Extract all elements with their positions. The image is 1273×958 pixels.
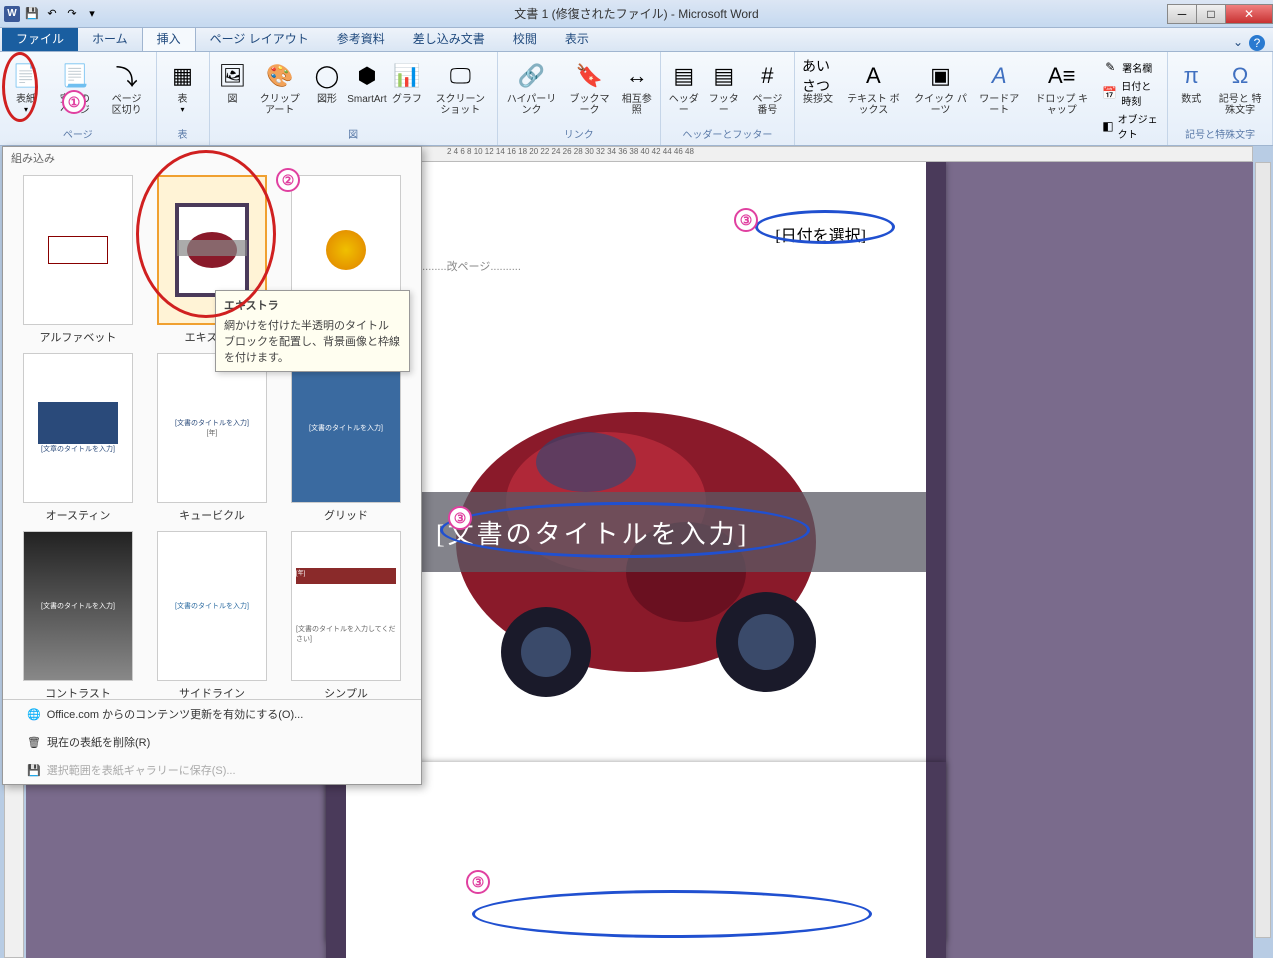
datetime-button[interactable]: 📅日付と時刻 [1098, 77, 1163, 109]
annotation-number-1: ① [62, 90, 86, 114]
equation-button[interactable]: π数式 [1172, 58, 1210, 107]
group-text: あいさつ挨拶文 Aテキスト ボックス ▣クイック パーツ Aワードアート A≡ド… [795, 52, 1168, 145]
footer-button[interactable]: ▤フッター [705, 58, 743, 118]
gallery-cmd-office-update[interactable]: 🌐Office.com からのコンテンツ更新を有効にする(O)... [3, 700, 421, 728]
help-icon[interactable]: ? [1249, 35, 1265, 51]
shapes-button[interactable]: ◯図形 [308, 58, 346, 107]
symbol-button[interactable]: Ω記号と 特殊文字 [1212, 58, 1268, 118]
minimize-button[interactable]: ─ [1167, 4, 1197, 24]
window-title: 文書 1 (修復されたファイル) - Microsoft Word [514, 5, 758, 22]
tab-review[interactable]: 校閲 [499, 26, 551, 51]
hyperlink-button[interactable]: 🔗ハイパーリンク [502, 58, 562, 118]
table-button[interactable]: ▦表▾ [161, 58, 205, 116]
gallery-item-alphabet[interactable]: アルファベット [15, 175, 141, 345]
gallery-item-sideline[interactable]: [文書のタイトルを入力] サイドライン [149, 531, 275, 699]
redo-icon[interactable]: ↷ [64, 6, 80, 22]
smartart-button[interactable]: ⬢SmartArt [348, 58, 386, 107]
window-controls: ─ □ ✕ [1168, 4, 1273, 24]
group-tables: ▦表▾ 表 [157, 52, 210, 145]
date-placeholder[interactable]: [日付を選択] [775, 222, 866, 246]
cover-page-button[interactable]: 📄表紙▾ [4, 58, 48, 116]
maximize-button[interactable]: □ [1196, 4, 1226, 24]
textbox-button[interactable]: Aテキスト ボックス [839, 58, 908, 118]
gallery-cmd-remove-cover[interactable]: 🗑現在の表紙を削除(R) [3, 728, 421, 756]
gallery-item-cubicle[interactable]: [文書のタイトルを入力][年] キュービクル [149, 353, 275, 523]
gallery-item-grid[interactable]: [文書のタイトルを入力] グリッド [283, 353, 409, 523]
gallery-item-simple[interactable]: [年][文書のタイトルを入力してください] シンプル [283, 531, 409, 699]
quickparts-button[interactable]: ▣クイック パーツ [910, 58, 972, 118]
annotation-number-3a: ③ [734, 208, 758, 232]
tab-page-layout[interactable]: ページ レイアウト [196, 26, 323, 51]
title-bar: W 💾 ↶ ↷ ▾ 文書 1 (修復されたファイル) - Microsoft W… [0, 0, 1273, 28]
group-illustrations: 🖼図 🎨クリップ アート ◯図形 ⬢SmartArt 📊グラフ 🖵スクリーン シ… [210, 52, 498, 145]
chart-button[interactable]: 📊グラフ [388, 58, 426, 107]
close-button[interactable]: ✕ [1225, 4, 1273, 24]
ribbon-minimize-icon[interactable]: ⌄ [1233, 35, 1243, 51]
tooltip: エキストラ 網かけを付けた半透明のタイトル ブロックを配置し、背景画像と枠線を付… [215, 290, 410, 372]
title-band[interactable]: 名 [文書のタイトルを入力] [346, 492, 926, 572]
tab-mailings[interactable]: 差し込み文書 [399, 26, 499, 51]
bookmark-button[interactable]: 🔖ブックマーク [563, 58, 615, 118]
annotation-number-2: ② [276, 168, 300, 192]
gallery-item-austin[interactable]: [文章のタイトルを入力] オースティン [15, 353, 141, 523]
cover-page-gallery: 組み込み アルファベット エキストラ [文章のタイトルを入力] オースティン [… [2, 146, 422, 785]
wordart-button[interactable]: Aワードアート [973, 58, 1025, 118]
dropcap-button[interactable]: A≡ドロップ キャップ [1027, 58, 1096, 118]
undo-icon[interactable]: ↶ [44, 6, 60, 22]
screenshot-button[interactable]: 🖵スクリーン ショット [428, 58, 493, 118]
picture-button[interactable]: 🖼図 [214, 58, 252, 107]
group-links: 🔗ハイパーリンク 🔖ブックマーク ↔相互参照 リンク [498, 52, 661, 145]
page-1-bottom[interactable]: [文書のサブタイトルを入力] | User [326, 762, 946, 958]
annotation-number-3b: ③ [448, 506, 472, 530]
vertical-scrollbar[interactable] [1255, 162, 1271, 938]
header-button[interactable]: ▤ヘッダー [665, 58, 703, 118]
globe-icon: 🌐 [27, 708, 41, 721]
save-icon[interactable]: 💾 [24, 6, 40, 22]
quick-access-toolbar: W 💾 ↶ ↷ ▾ [0, 6, 100, 22]
tab-insert[interactable]: 挿入 [142, 25, 196, 51]
gallery-cmd-save-selection: 💾選択範囲を表紙ギャラリーに保存(S)... [3, 756, 421, 784]
tab-view[interactable]: 表示 [551, 26, 603, 51]
save-gallery-icon: 💾 [27, 764, 41, 777]
tab-home[interactable]: ホーム [78, 26, 142, 51]
group-header-footer: ▤ヘッダー ▤フッター #ページ 番号 ヘッダーとフッター [661, 52, 795, 145]
annotation-number-3c: ③ [466, 870, 490, 894]
object-button[interactable]: ◧オブジェクト [1098, 110, 1163, 142]
page-break-button[interactable]: ⤵ページ 区切り [102, 58, 152, 118]
gallery-item-contrast[interactable]: [文書のタイトルを入力] コントラスト [15, 531, 141, 699]
ribbon-tabs: ファイル ホーム 挿入 ページ レイアウト 参考資料 差し込み文書 校閲 表示 … [0, 28, 1273, 52]
crossref-button[interactable]: ↔相互参照 [618, 58, 656, 118]
page-break-marker: ..........改ページ.......... [416, 258, 521, 274]
qat-customize-icon[interactable]: ▾ [84, 6, 100, 22]
group-symbols: π数式 Ω記号と 特殊文字 記号と特殊文字 [1168, 52, 1273, 145]
title-placeholder[interactable]: [文書のタイトルを入力] [406, 514, 926, 551]
delete-icon: 🗑 [27, 736, 41, 749]
tooltip-title: エキストラ [224, 297, 401, 313]
tooltip-body: 網かけを付けた半透明のタイトル ブロックを配置し、背景画像と枠線を付けます。 [224, 317, 401, 365]
gallery-header: 組み込み [3, 147, 421, 169]
word-icon: W [4, 6, 20, 22]
pagenum-button[interactable]: #ページ 番号 [745, 58, 790, 118]
tab-file[interactable]: ファイル [2, 26, 78, 51]
greeting-button[interactable]: あいさつ挨拶文 [799, 58, 837, 107]
tab-references[interactable]: 参考資料 [323, 26, 399, 51]
signature-button[interactable]: ✎署名欄 [1098, 58, 1163, 76]
ribbon: 📄表紙▾ 📃空白の ページ ⤵ページ 区切り ページ ▦表▾ 表 🖼図 🎨クリッ… [0, 52, 1273, 146]
clipart-button[interactable]: 🎨クリップ アート [254, 58, 306, 118]
